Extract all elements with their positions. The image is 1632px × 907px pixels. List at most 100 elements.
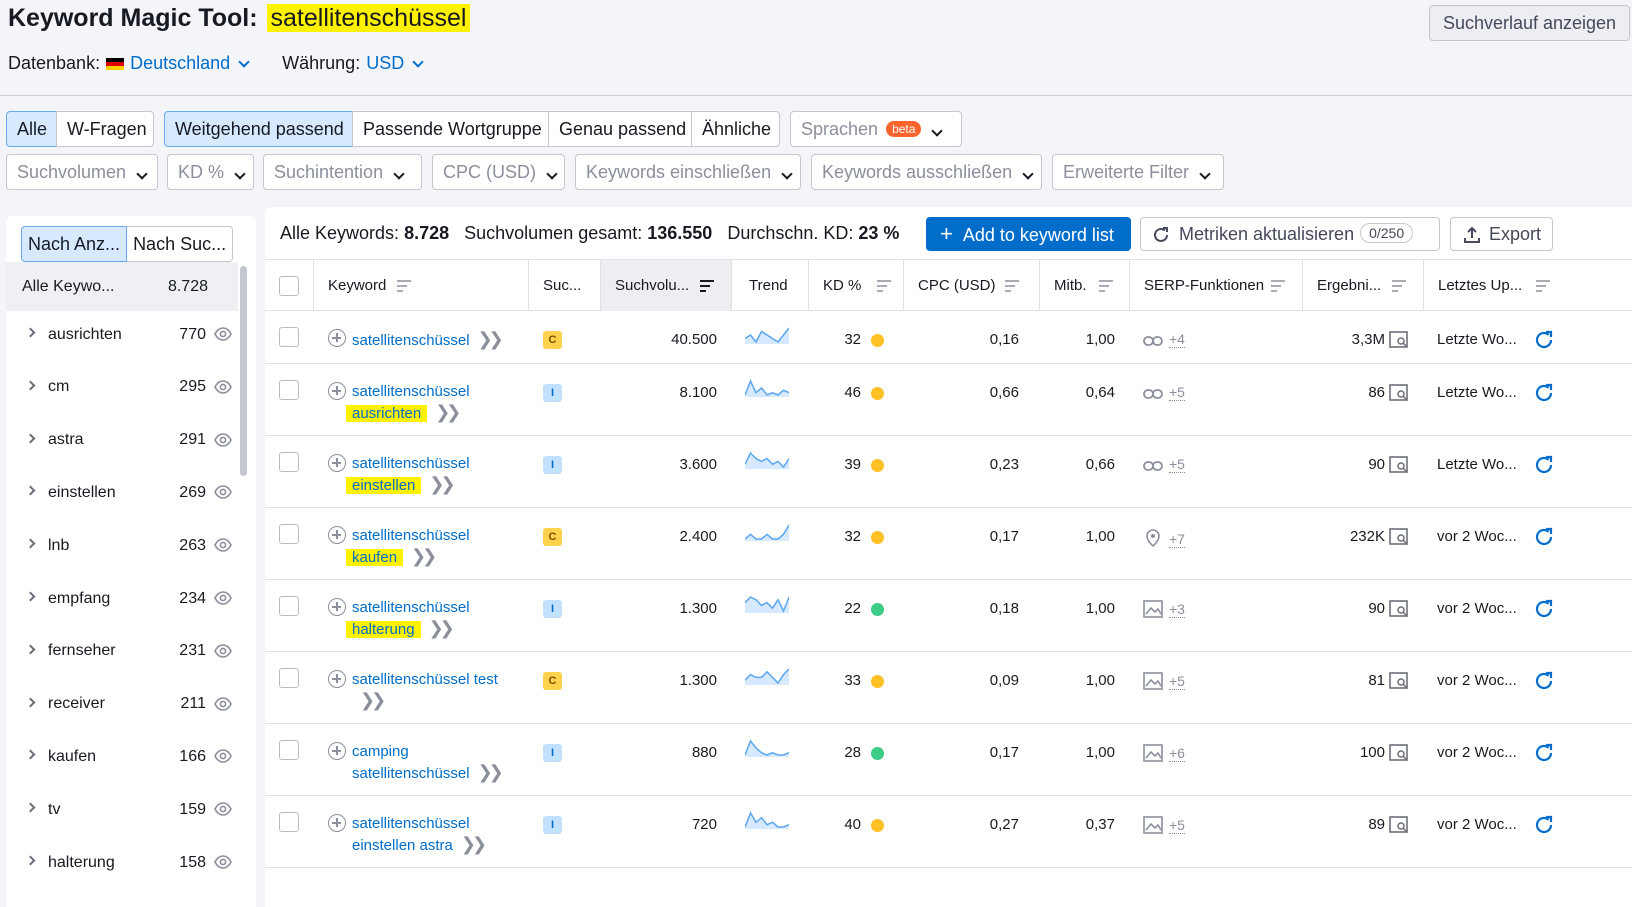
select-all-checkbox[interactable]: [279, 276, 299, 296]
tab-w-fragen[interactable]: W-Fragen: [56, 111, 154, 147]
eye-icon[interactable]: [214, 591, 232, 605]
export-button[interactable]: Export: [1450, 217, 1553, 251]
row-checkbox[interactable]: [279, 524, 299, 544]
group-item[interactable]: receiver 211: [6, 678, 238, 731]
tab-weitgehend-passend[interactable]: Weitgehend passend: [164, 111, 353, 147]
chevron-right-icon[interactable]: [25, 802, 36, 813]
serp-preview-icon[interactable]: [1389, 744, 1409, 762]
serp-preview-icon[interactable]: [1389, 456, 1409, 474]
group-item[interactable]: einstellen 269: [6, 466, 238, 519]
eye-icon[interactable]: [214, 485, 232, 500]
row-checkbox[interactable]: [279, 380, 299, 400]
serp-features[interactable]: +7: [1143, 528, 1185, 548]
keyword-link[interactable]: satellitenschüssel kaufen ❯❯: [346, 526, 512, 568]
double-chevron-icon[interactable]: ❯❯: [411, 546, 437, 566]
group-item[interactable]: ausrichten 770: [6, 308, 238, 361]
tab-nach-anzahl[interactable]: Nach Anz...: [21, 226, 128, 262]
column-intent[interactable]: Suc...: [528, 260, 600, 311]
group-item[interactable]: lnb 263: [6, 519, 238, 572]
tab-aehnliche[interactable]: Ähnliche: [691, 111, 780, 147]
add-circle-icon[interactable]: [328, 814, 346, 832]
column-results[interactable]: Ergebni...: [1302, 260, 1423, 311]
row-checkbox[interactable]: [279, 327, 299, 347]
filter-suchintention[interactable]: Suchintention: [263, 154, 422, 190]
serp-features[interactable]: +5: [1143, 672, 1185, 690]
filter-suchvolumen[interactable]: Suchvolumen: [6, 154, 158, 190]
serp-features[interactable]: +6: [1143, 744, 1185, 762]
eye-icon[interactable]: [214, 802, 232, 816]
keyword-link[interactable]: satellitenschüssel halterung ❯❯: [346, 598, 512, 640]
chevron-right-icon[interactable]: [25, 327, 36, 338]
tab-passende-wortgruppe[interactable]: Passende Wortgruppe: [352, 111, 549, 147]
row-checkbox[interactable]: [279, 740, 299, 760]
filter-keywords-einschliessen[interactable]: Keywords einschließen: [575, 154, 801, 190]
column-volume[interactable]: Suchvolu...: [600, 260, 731, 311]
row-checkbox[interactable]: [279, 452, 299, 472]
double-chevron-icon[interactable]: ❯❯: [461, 834, 487, 854]
eye-icon[interactable]: [214, 432, 232, 447]
add-circle-icon[interactable]: [328, 742, 346, 760]
update-metrics-button[interactable]: Metriken aktualisieren 0/250: [1140, 217, 1440, 251]
double-chevron-icon[interactable]: ❯❯: [435, 402, 461, 422]
row-checkbox[interactable]: [279, 596, 299, 616]
scrollbar[interactable]: [240, 266, 247, 476]
chevron-right-icon[interactable]: [25, 591, 36, 602]
add-circle-icon[interactable]: [328, 598, 346, 616]
eye-icon[interactable]: [214, 643, 232, 658]
row-checkbox[interactable]: [279, 668, 299, 688]
serp-features[interactable]: +3: [1143, 600, 1185, 618]
refresh-icon[interactable]: [1533, 382, 1555, 404]
refresh-icon[interactable]: [1533, 742, 1555, 764]
serp-features[interactable]: +5: [1143, 456, 1185, 473]
filter-cpc[interactable]: CPC (USD): [432, 154, 565, 190]
tab-genau-passend[interactable]: Genau passend: [548, 111, 692, 147]
chevron-right-icon[interactable]: [25, 855, 36, 866]
serp-features[interactable]: +4: [1143, 331, 1185, 348]
group-item[interactable]: kaufen 166: [6, 730, 238, 783]
serp-preview-icon[interactable]: [1389, 331, 1409, 349]
group-item[interactable]: astra 291: [6, 414, 238, 467]
double-chevron-icon[interactable]: ❯❯: [478, 329, 504, 349]
chevron-right-icon[interactable]: [25, 485, 36, 496]
keyword-link[interactable]: satellitenschüssel ausrichten ❯❯: [346, 382, 512, 424]
double-chevron-icon[interactable]: ❯❯: [360, 690, 386, 710]
eye-icon[interactable]: [214, 379, 232, 394]
column-serp[interactable]: SERP-Funktionen: [1129, 260, 1302, 311]
eye-icon[interactable]: [214, 855, 232, 869]
add-circle-icon[interactable]: [328, 670, 346, 688]
eye-icon[interactable]: [214, 538, 232, 552]
serp-preview-icon[interactable]: [1389, 600, 1409, 618]
serp-preview-icon[interactable]: [1389, 672, 1409, 690]
keyword-link[interactable]: satellitenschüssel ❯❯: [352, 329, 512, 351]
currency-select[interactable]: USD: [366, 53, 426, 74]
group-all-keywords[interactable]: Alle Keywo... 8.728: [6, 262, 238, 311]
chevron-right-icon[interactable]: [25, 697, 36, 708]
column-competition[interactable]: Mitb.: [1039, 260, 1129, 311]
serp-preview-icon[interactable]: [1389, 528, 1409, 546]
refresh-icon[interactable]: [1533, 598, 1555, 620]
filter-kd[interactable]: KD %: [167, 154, 254, 190]
add-circle-icon[interactable]: [328, 454, 346, 472]
group-item[interactable]: halterung 158: [6, 836, 238, 889]
add-to-keyword-list-button[interactable]: + Add to keyword list: [926, 217, 1131, 251]
double-chevron-icon[interactable]: ❯❯: [429, 474, 455, 494]
chevron-right-icon[interactable]: [25, 644, 36, 655]
eye-icon[interactable]: [214, 696, 232, 711]
serp-preview-icon[interactable]: [1389, 816, 1409, 834]
column-last-update[interactable]: Letztes Up...: [1423, 260, 1632, 311]
add-circle-icon[interactable]: [328, 382, 346, 400]
tab-nach-suchvolumen[interactable]: Nach Suc...: [127, 226, 234, 262]
column-kd[interactable]: KD %: [808, 260, 903, 311]
filter-keywords-ausschliessen[interactable]: Keywords ausschließen: [811, 154, 1042, 190]
chevron-right-icon[interactable]: [25, 538, 36, 549]
keyword-link[interactable]: satellitenschüssel einstellen astra ❯❯: [352, 814, 512, 856]
group-item[interactable]: fernseher 231: [6, 625, 238, 678]
refresh-icon[interactable]: [1533, 526, 1555, 548]
row-checkbox[interactable]: [279, 812, 299, 832]
double-chevron-icon[interactable]: ❯❯: [478, 762, 504, 782]
add-circle-icon[interactable]: [328, 526, 346, 544]
database-select[interactable]: Deutschland: [106, 53, 252, 74]
languages-dropdown[interactable]: Sprachen beta: [790, 111, 962, 147]
refresh-icon[interactable]: [1533, 329, 1555, 351]
refresh-icon[interactable]: [1533, 454, 1555, 476]
